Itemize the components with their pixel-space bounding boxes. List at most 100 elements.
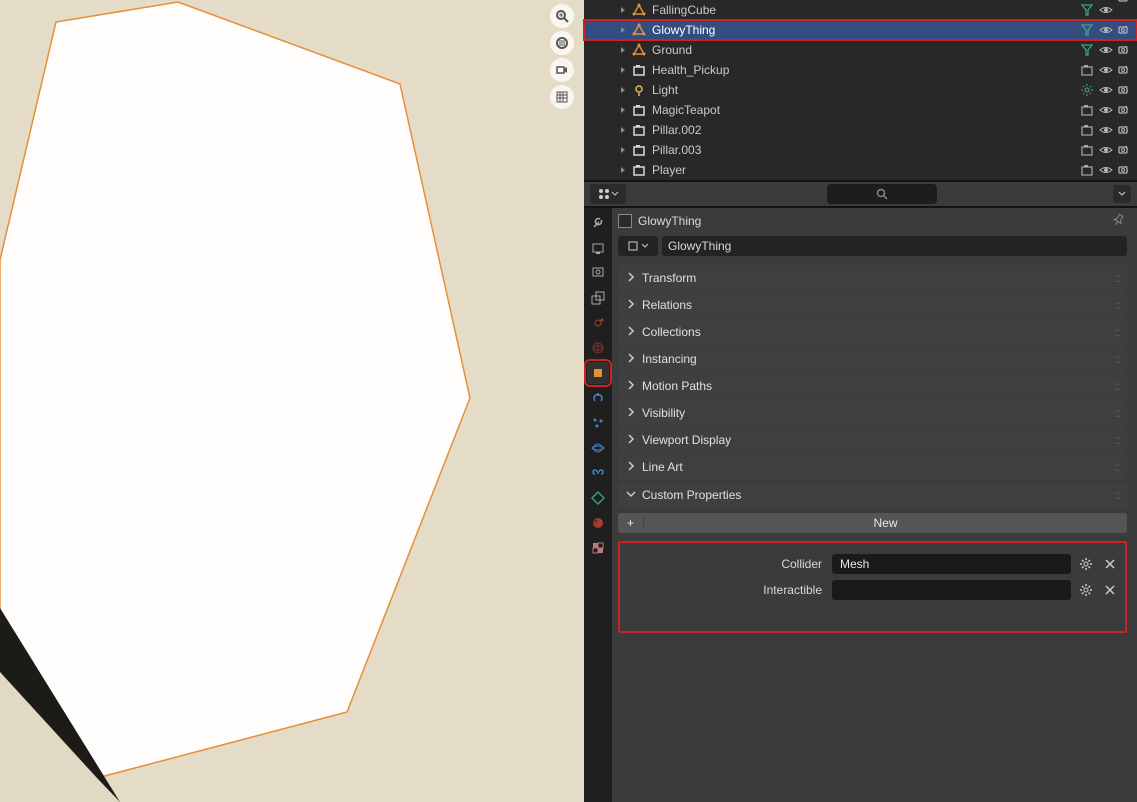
outliner-label: Health_Pickup — [648, 63, 1077, 77]
object-type-icon — [630, 123, 648, 137]
outliner-label: GlowyThing — [648, 23, 1077, 37]
objectdata-tab[interactable] — [587, 487, 609, 509]
breadcrumb-name: GlowyThing — [638, 214, 701, 228]
world-tab[interactable] — [587, 337, 609, 359]
object-type-icon — [630, 163, 648, 177]
panel-transform[interactable]: Transform:::: — [618, 265, 1127, 291]
texture-tab[interactable] — [587, 537, 609, 559]
object-type-icon — [630, 23, 648, 37]
object-tab[interactable] — [587, 362, 609, 384]
custom-property-row: Interactible — [626, 577, 1119, 603]
datablock-name-input[interactable]: GlowyThing — [662, 236, 1127, 256]
hide-viewport-icon[interactable] — [1097, 143, 1115, 157]
viewlayer-tab[interactable] — [587, 287, 609, 309]
options-dropdown[interactable] — [1113, 185, 1131, 203]
3d-viewport[interactable] — [0, 0, 584, 802]
disable-render-icon[interactable] — [1115, 63, 1133, 77]
property-value-input[interactable] — [832, 580, 1071, 600]
object-data-icon — [1077, 83, 1097, 97]
hide-viewport-icon[interactable] — [1097, 23, 1115, 37]
object-type-icon — [630, 43, 648, 57]
outliner-item[interactable]: GlowyThing — [584, 20, 1137, 40]
object-type-icon — [630, 3, 648, 17]
properties-search[interactable] — [827, 184, 937, 204]
expand-arrow-icon[interactable] — [616, 166, 630, 174]
outliner-item[interactable]: FallingCube — [584, 0, 1137, 20]
tool-tab[interactable] — [587, 212, 609, 234]
perspective-icon[interactable] — [550, 85, 574, 109]
pin-icon[interactable] — [1108, 210, 1130, 232]
render-tab[interactable] — [587, 237, 609, 259]
outliner-item[interactable]: Light — [584, 80, 1137, 100]
panel-relations[interactable]: Relations:::: — [618, 292, 1127, 318]
camera-view-icon[interactable] — [550, 58, 574, 82]
custom-properties-block: ColliderMeshInteractible — [618, 541, 1127, 633]
expand-arrow-icon[interactable] — [616, 26, 630, 34]
datablock-type-dropdown[interactable] — [618, 236, 658, 256]
panel-visibility[interactable]: Visibility:::: — [618, 400, 1127, 426]
particle-tab[interactable] — [587, 412, 609, 434]
panel-motion-paths[interactable]: Motion Paths:::: — [618, 373, 1127, 399]
outliner-item[interactable]: Ground — [584, 40, 1137, 60]
disable-render-icon[interactable] — [1115, 143, 1133, 157]
editor-type-dropdown[interactable] — [590, 184, 626, 204]
drag-handle-icon[interactable]: :::: — [1114, 271, 1119, 285]
disable-render-icon[interactable] — [1115, 43, 1133, 57]
outliner-item[interactable]: Health_Pickup — [584, 60, 1137, 80]
outliner-item[interactable]: MagicTeapot — [584, 100, 1137, 120]
drag-handle-icon[interactable]: :::: — [1114, 433, 1119, 447]
move-icon[interactable] — [550, 31, 574, 55]
panel-line-art[interactable]: Line Art:::: — [618, 454, 1127, 480]
expand-arrow-icon[interactable] — [616, 66, 630, 74]
disable-render-icon[interactable] — [1115, 83, 1133, 97]
panel-collections[interactable]: Collections:::: — [618, 319, 1127, 345]
disable-render-icon[interactable] — [1115, 123, 1133, 137]
drag-handle-icon[interactable]: :::: — [1114, 298, 1119, 312]
hide-viewport-icon[interactable] — [1097, 63, 1115, 77]
expand-arrow-icon[interactable] — [616, 46, 630, 54]
panel-custom-properties[interactable]: Custom Properties :::: — [618, 482, 1127, 508]
scene-tab[interactable] — [587, 312, 609, 334]
chevron-right-icon — [626, 352, 636, 366]
expand-arrow-icon[interactable] — [616, 106, 630, 114]
output-tab[interactable] — [587, 262, 609, 284]
hide-viewport-icon[interactable] — [1097, 123, 1115, 137]
outliner[interactable]: FallingCube GlowyThing Ground Health_Pickup… — [584, 0, 1137, 182]
material-tab[interactable] — [587, 512, 609, 534]
close-icon[interactable] — [1101, 581, 1119, 599]
expand-arrow-icon[interactable] — [616, 86, 630, 94]
close-icon[interactable] — [1101, 555, 1119, 573]
drag-handle-icon[interactable]: :::: — [1114, 379, 1119, 393]
hide-viewport-icon[interactable] — [1097, 163, 1115, 177]
zoom-icon[interactable] — [550, 4, 574, 28]
gear-icon[interactable] — [1077, 581, 1095, 599]
drag-handle-icon[interactable]: :::: — [1114, 325, 1119, 339]
hide-viewport-icon[interactable] — [1097, 3, 1115, 17]
physics-tab[interactable] — [587, 437, 609, 459]
outliner-label: Light — [648, 83, 1077, 97]
hide-viewport-icon[interactable] — [1097, 43, 1115, 57]
outliner-item[interactable]: Pillar.003 — [584, 140, 1137, 160]
chevron-down-icon — [626, 488, 636, 502]
gear-icon[interactable] — [1077, 555, 1095, 573]
expand-arrow-icon[interactable] — [616, 6, 630, 14]
outliner-item[interactable]: Player — [584, 160, 1137, 180]
hide-viewport-icon[interactable] — [1097, 103, 1115, 117]
disable-render-icon[interactable] — [1115, 23, 1133, 37]
modifier-tab[interactable] — [587, 387, 609, 409]
outliner-item[interactable]: Pillar.002 — [584, 120, 1137, 140]
panel-instancing[interactable]: Instancing:::: — [618, 346, 1127, 372]
new-custom-property-button[interactable]: + New — [618, 513, 1127, 533]
expand-arrow-icon[interactable] — [616, 126, 630, 134]
drag-handle-icon[interactable]: :::: — [1114, 488, 1119, 502]
property-value-input[interactable]: Mesh — [832, 554, 1071, 574]
drag-handle-icon[interactable]: :::: — [1114, 352, 1119, 366]
drag-handle-icon[interactable]: :::: — [1114, 406, 1119, 420]
disable-render-icon[interactable] — [1115, 163, 1133, 177]
panel-viewport-display[interactable]: Viewport Display:::: — [618, 427, 1127, 453]
disable-render-icon[interactable] — [1115, 103, 1133, 117]
expand-arrow-icon[interactable] — [616, 146, 630, 154]
hide-viewport-icon[interactable] — [1097, 83, 1115, 97]
constraint-tab[interactable] — [587, 462, 609, 484]
drag-handle-icon[interactable]: :::: — [1114, 460, 1119, 474]
